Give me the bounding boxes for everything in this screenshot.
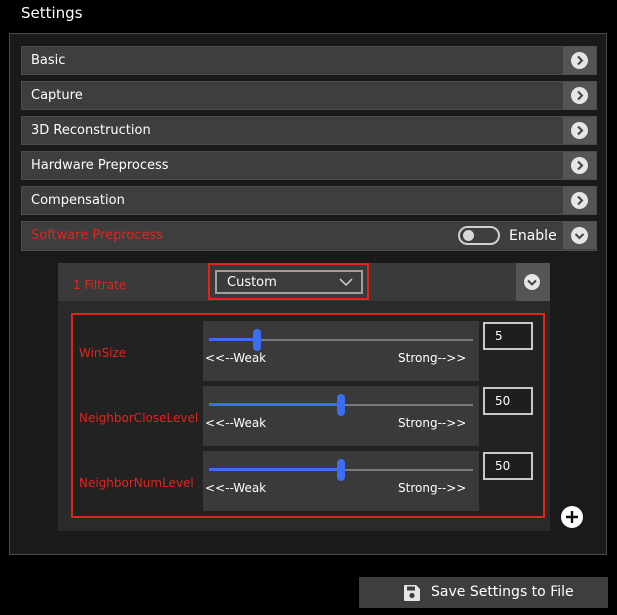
- weak-label: <<--Weak: [205, 481, 267, 495]
- chevron-down-icon: [339, 278, 353, 287]
- param-label-winsize: WinSize: [79, 346, 127, 360]
- filter-params: WinSize <<--Weak Strong-->> 5 NeighborCl…: [71, 313, 545, 518]
- floppy-disk-icon: [404, 585, 420, 601]
- neighbor-close-level-slider[interactable]: <<--Weak Strong-->>: [203, 386, 479, 446]
- value-text: 5: [495, 329, 503, 343]
- slider-thumb[interactable]: [337, 459, 345, 481]
- section-hardware-preprocess[interactable]: Hardware Preprocess: [21, 151, 597, 180]
- value-text: 50: [495, 394, 511, 408]
- neighbor-close-level-value-input[interactable]: 50: [483, 387, 533, 415]
- add-filter-button[interactable]: [561, 506, 583, 528]
- save-settings-button[interactable]: Save Settings to File: [359, 577, 608, 608]
- chevron-down-icon: [524, 274, 540, 290]
- plus-icon: [566, 511, 578, 523]
- value-text: 50: [495, 459, 511, 473]
- weak-label: <<--Weak: [205, 416, 267, 430]
- section-software-preprocess[interactable]: Software Preprocess Enable: [21, 221, 597, 251]
- software-preprocess-body: 1 Filtrate Custom WinSize <<--Weak Stron…: [21, 251, 597, 541]
- filter-mode-select[interactable]: Custom: [215, 270, 363, 294]
- expand-button[interactable]: [563, 187, 596, 214]
- toggle-knob: [463, 230, 474, 241]
- chevron-right-icon: [571, 52, 588, 69]
- window-title: Settings: [21, 4, 83, 22]
- filter-mode-value: Custom: [227, 275, 277, 290]
- section-3d-reconstruction[interactable]: 3D Reconstruction: [21, 116, 597, 145]
- enable-label: Enable: [509, 228, 557, 244]
- slider-fill: [209, 338, 257, 341]
- expand-button[interactable]: [563, 152, 596, 179]
- section-label: Hardware Preprocess: [31, 158, 169, 173]
- section-label: Software Preprocess: [31, 228, 164, 243]
- winsize-slider[interactable]: <<--Weak Strong-->>: [203, 321, 479, 381]
- enable-toggle[interactable]: [458, 226, 500, 245]
- slider-fill: [209, 468, 341, 471]
- expand-button[interactable]: [563, 82, 596, 109]
- chevron-right-icon: [571, 122, 588, 139]
- section-label: Capture: [31, 88, 83, 103]
- slider-fill: [209, 403, 341, 406]
- expand-button[interactable]: [563, 47, 596, 74]
- param-label-neighbor-num-level: NeighborNumLevel: [79, 476, 194, 490]
- mode-combo-highlight: Custom: [208, 263, 369, 300]
- slider-thumb[interactable]: [252, 329, 261, 351]
- section-label: Compensation: [31, 193, 125, 208]
- save-label: Save Settings to File: [431, 584, 574, 600]
- filter-name: 1 Filtrate: [73, 278, 127, 292]
- chevron-down-icon: [571, 227, 588, 244]
- section-label: 3D Reconstruction: [31, 123, 151, 138]
- neighbor-num-level-value-input[interactable]: 50: [483, 452, 533, 480]
- section-capture[interactable]: Capture: [21, 81, 597, 110]
- filter-panel: 1 Filtrate Custom WinSize <<--Weak Stron…: [58, 263, 550, 531]
- neighbor-num-level-slider[interactable]: <<--Weak Strong-->>: [203, 451, 479, 511]
- winsize-value-input[interactable]: 5: [483, 322, 533, 350]
- strong-label: Strong-->>: [398, 351, 467, 365]
- slider-thumb[interactable]: [337, 394, 345, 416]
- section-label: Basic: [31, 53, 66, 68]
- strong-label: Strong-->>: [398, 416, 467, 430]
- chevron-right-icon: [571, 157, 588, 174]
- chevron-right-icon: [571, 192, 588, 209]
- param-label-neighbor-close-level: NeighborCloseLevel: [79, 411, 199, 425]
- chevron-right-icon: [571, 87, 588, 104]
- filter-header: 1 Filtrate Custom: [58, 263, 550, 301]
- weak-label: <<--Weak: [205, 351, 267, 365]
- strong-label: Strong-->>: [398, 481, 467, 495]
- collapse-button[interactable]: [563, 222, 596, 249]
- expand-button[interactable]: [563, 117, 596, 144]
- filter-collapse-button[interactable]: [516, 263, 550, 301]
- section-compensation[interactable]: Compensation: [21, 186, 597, 215]
- section-basic[interactable]: Basic: [21, 46, 597, 75]
